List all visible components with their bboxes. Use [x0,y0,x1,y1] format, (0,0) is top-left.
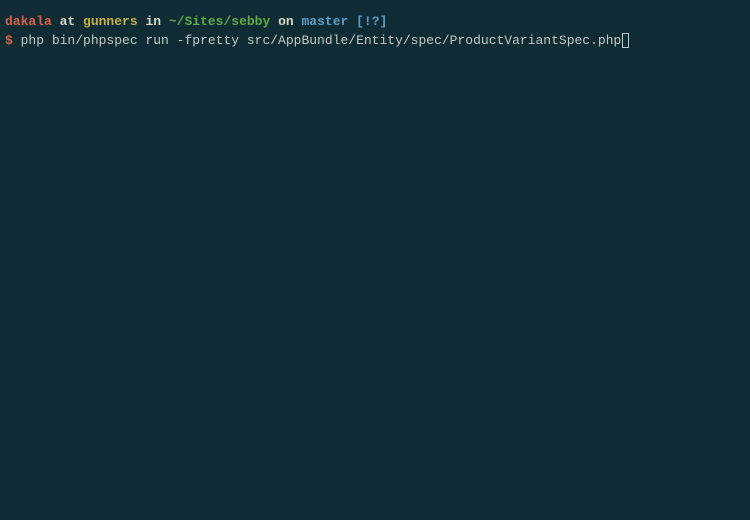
prompt-user: dakala [5,14,52,29]
prompt-branch: master [302,14,349,29]
command-line[interactable]: $ php bin/phpspec run -fpretty src/AppBu… [5,31,750,50]
prompt-symbol: $ [5,33,13,48]
prompt-in: in [138,14,169,29]
prompt-host: gunners [83,14,138,29]
prompt-line: dakala at gunners in ~/Sites/sebby on ma… [5,12,750,31]
prompt-git-status: [!?] [348,14,387,29]
command-text: php bin/phpspec run -fpretty src/AppBund… [13,33,622,48]
cursor-icon [622,33,629,48]
prompt-path: ~/Sites/sebby [169,14,270,29]
prompt-on: on [270,14,301,29]
prompt-at: at [52,14,83,29]
